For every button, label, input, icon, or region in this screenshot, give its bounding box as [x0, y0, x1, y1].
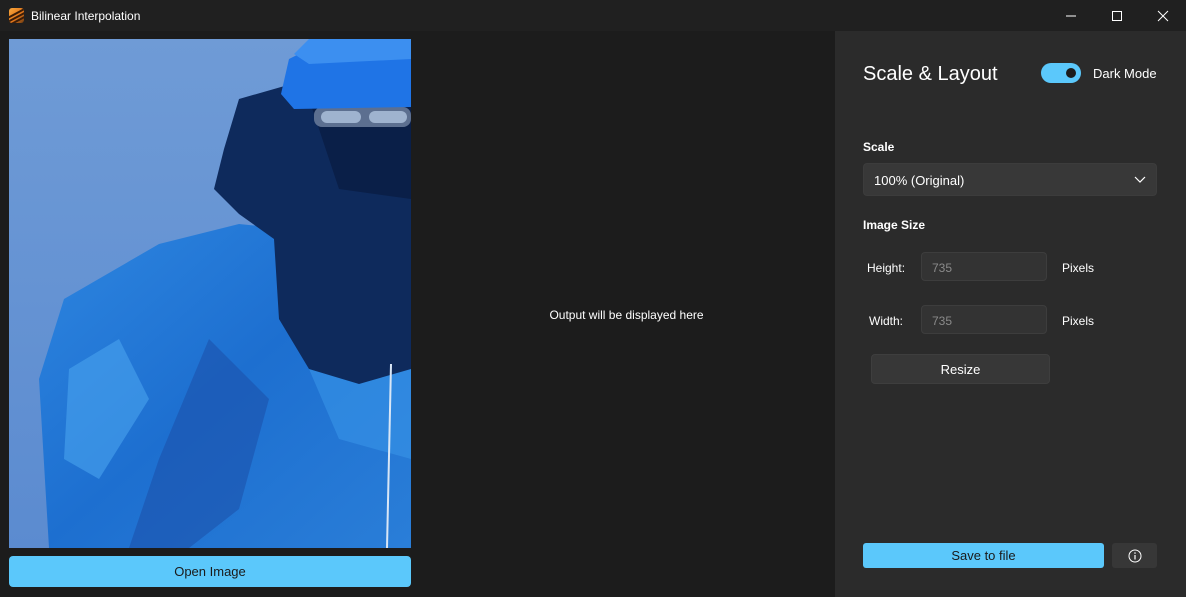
source-image: [9, 39, 411, 548]
close-icon: [1157, 10, 1169, 21]
close-button[interactable]: [1140, 0, 1186, 31]
resize-button[interactable]: Resize: [871, 354, 1050, 384]
width-label: Width:: [869, 314, 904, 328]
height-unit-label: Pixels: [1062, 261, 1095, 275]
scale-label: Scale: [863, 140, 895, 154]
input-panel: Open Image: [0, 31, 418, 597]
minimize-button[interactable]: [1048, 0, 1094, 31]
scale-selected-value: 100% (Original): [874, 173, 965, 188]
width-input[interactable]: 735: [921, 305, 1047, 334]
dark-mode-label: Dark Mode: [1093, 66, 1157, 81]
save-to-file-button[interactable]: Save to file: [863, 543, 1104, 568]
window-title: Bilinear Interpolation: [31, 9, 141, 23]
maximize-icon: [1112, 10, 1122, 21]
scale-dropdown[interactable]: 100% (Original): [863, 163, 1157, 196]
open-image-button[interactable]: Open Image: [9, 556, 411, 587]
width-unit-label: Pixels: [1062, 314, 1095, 328]
info-icon: [1128, 549, 1141, 562]
height-input[interactable]: 735: [921, 252, 1047, 281]
image-size-label: Image Size: [863, 218, 926, 232]
toggle-knob: [1066, 68, 1076, 78]
chevron-down-icon: [1134, 176, 1146, 183]
output-placeholder: Output will be displayed here: [549, 308, 704, 322]
height-label: Height:: [867, 261, 906, 275]
title-bar[interactable]: Bilinear Interpolation: [0, 0, 1186, 31]
app-icon: [9, 8, 24, 23]
info-button[interactable]: [1112, 543, 1157, 568]
panel-title: Scale & Layout: [863, 63, 998, 85]
dark-mode-toggle[interactable]: [1041, 63, 1081, 83]
output-area: Output will be displayed here: [418, 31, 835, 597]
app-window: Bilinear Interpolation Open Image Output…: [0, 0, 1186, 597]
settings-panel: Scale & Layout Dark Mode Scale 100% (Ori…: [835, 31, 1186, 597]
maximize-button[interactable]: [1094, 0, 1140, 31]
minimize-icon: [1066, 15, 1076, 16]
